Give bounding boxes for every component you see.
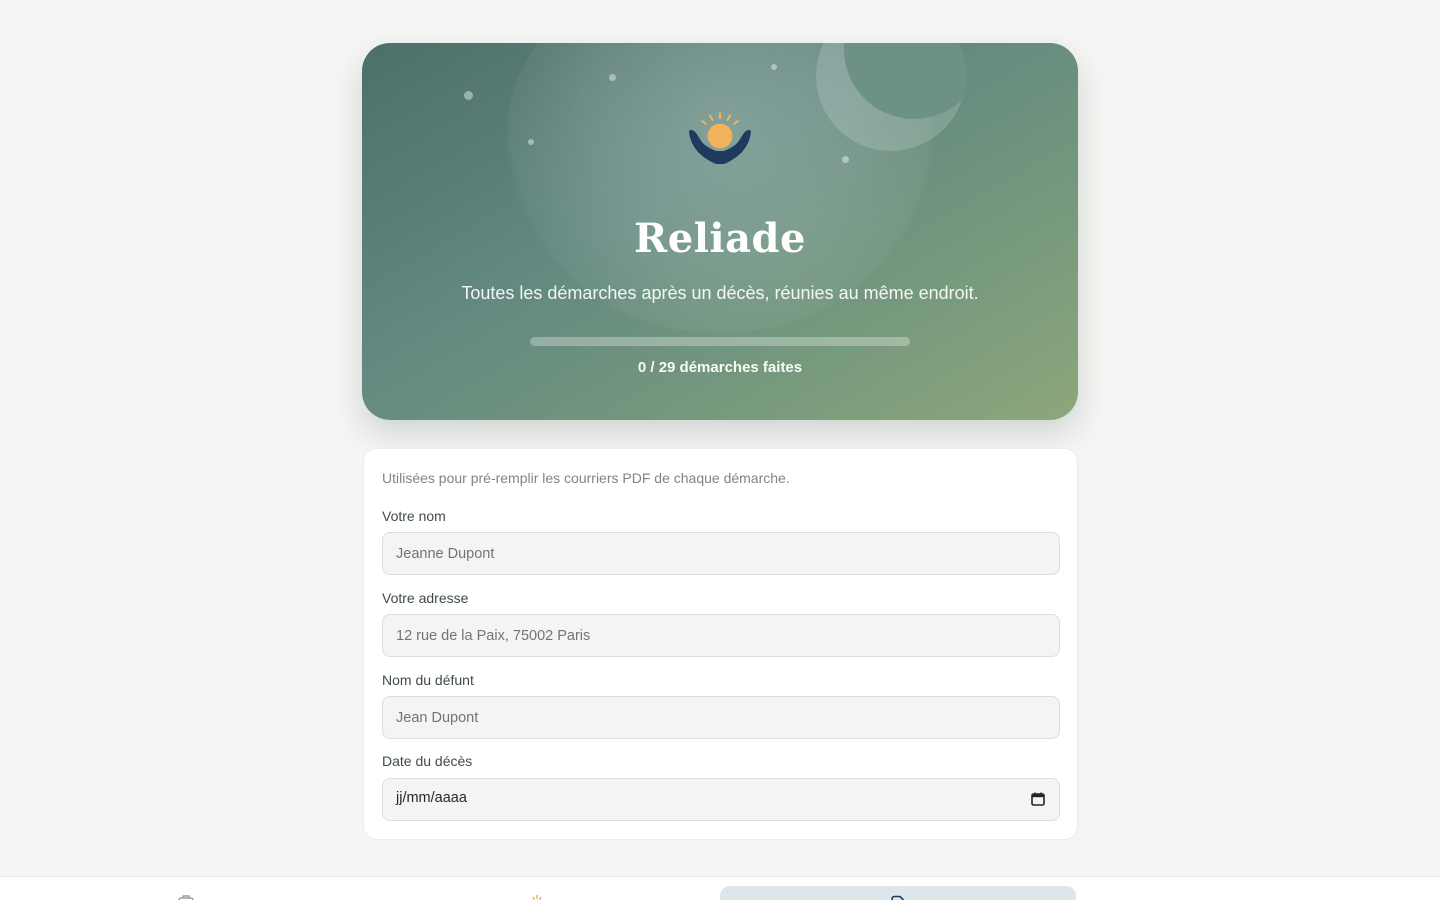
address-input[interactable] — [382, 614, 1060, 657]
briefcase-icon[interactable] — [176, 893, 196, 900]
hands-holding-sun-icon — [689, 112, 751, 164]
app-title: Reliade — [634, 215, 806, 262]
name-input[interactable] — [382, 532, 1060, 575]
progress-bar — [530, 337, 910, 346]
death-date-input[interactable] — [382, 778, 1060, 821]
letter-info-form: Utilisées pour pré-remplir les courriers… — [363, 448, 1078, 840]
star-icon — [528, 139, 534, 145]
sun-icon[interactable] — [527, 893, 547, 900]
calendar-icon[interactable] — [1031, 792, 1045, 806]
hero-banner: Reliade Toutes les démarches après un dé… — [362, 43, 1078, 420]
bottom-nav — [0, 876, 1440, 900]
death-date-label: Date du décès — [382, 753, 473, 769]
progress-label: 0 / 29 démarches faites — [637, 359, 803, 376]
address-label: Votre adresse — [382, 590, 469, 606]
star-icon — [609, 74, 616, 81]
deceased-name-label: Nom du défunt — [382, 672, 474, 688]
star-icon — [842, 156, 849, 163]
star-icon — [771, 64, 777, 70]
star-icon — [464, 91, 473, 100]
form-intro: Utilisées pour pré-remplir les courriers… — [382, 470, 790, 486]
app-tagline: Toutes les démarches après un décès, réu… — [461, 283, 979, 303]
deceased-name-input[interactable] — [382, 696, 1060, 739]
document-icon[interactable] — [888, 893, 908, 900]
name-label: Votre nom — [382, 508, 446, 524]
